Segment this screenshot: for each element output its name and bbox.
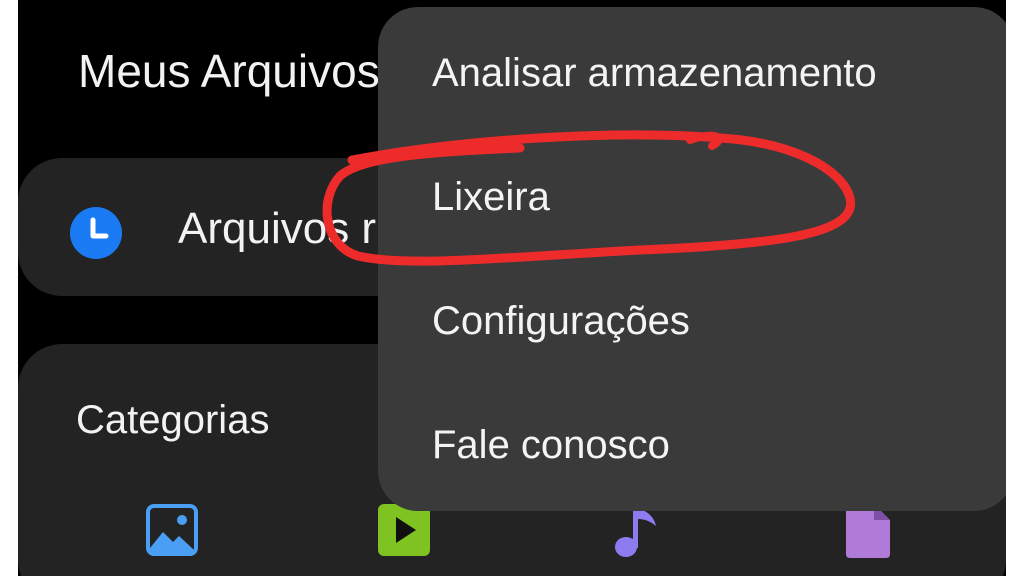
categories-title: Categorias: [76, 398, 270, 442]
document-icon[interactable]: [844, 504, 892, 558]
video-play-icon[interactable]: [378, 504, 430, 556]
menu-item-contact-us[interactable]: Fale conosco: [378, 383, 1006, 507]
menu-item-settings[interactable]: Configurações: [378, 259, 1006, 383]
menu-item-analyze-storage[interactable]: Analisar armazenamento: [378, 11, 1006, 135]
app-title: Meus Arquivos: [78, 45, 380, 97]
music-note-icon[interactable]: [612, 504, 660, 558]
overflow-menu: Analisar armazenamento Lixeira Configura…: [378, 7, 1006, 511]
phone-screen: Meus Arquivos Arquivos recentes Categori…: [18, 0, 1006, 576]
menu-item-trash[interactable]: Lixeira: [378, 135, 1006, 259]
clock-icon: [70, 207, 122, 259]
image-icon[interactable]: [146, 504, 198, 556]
